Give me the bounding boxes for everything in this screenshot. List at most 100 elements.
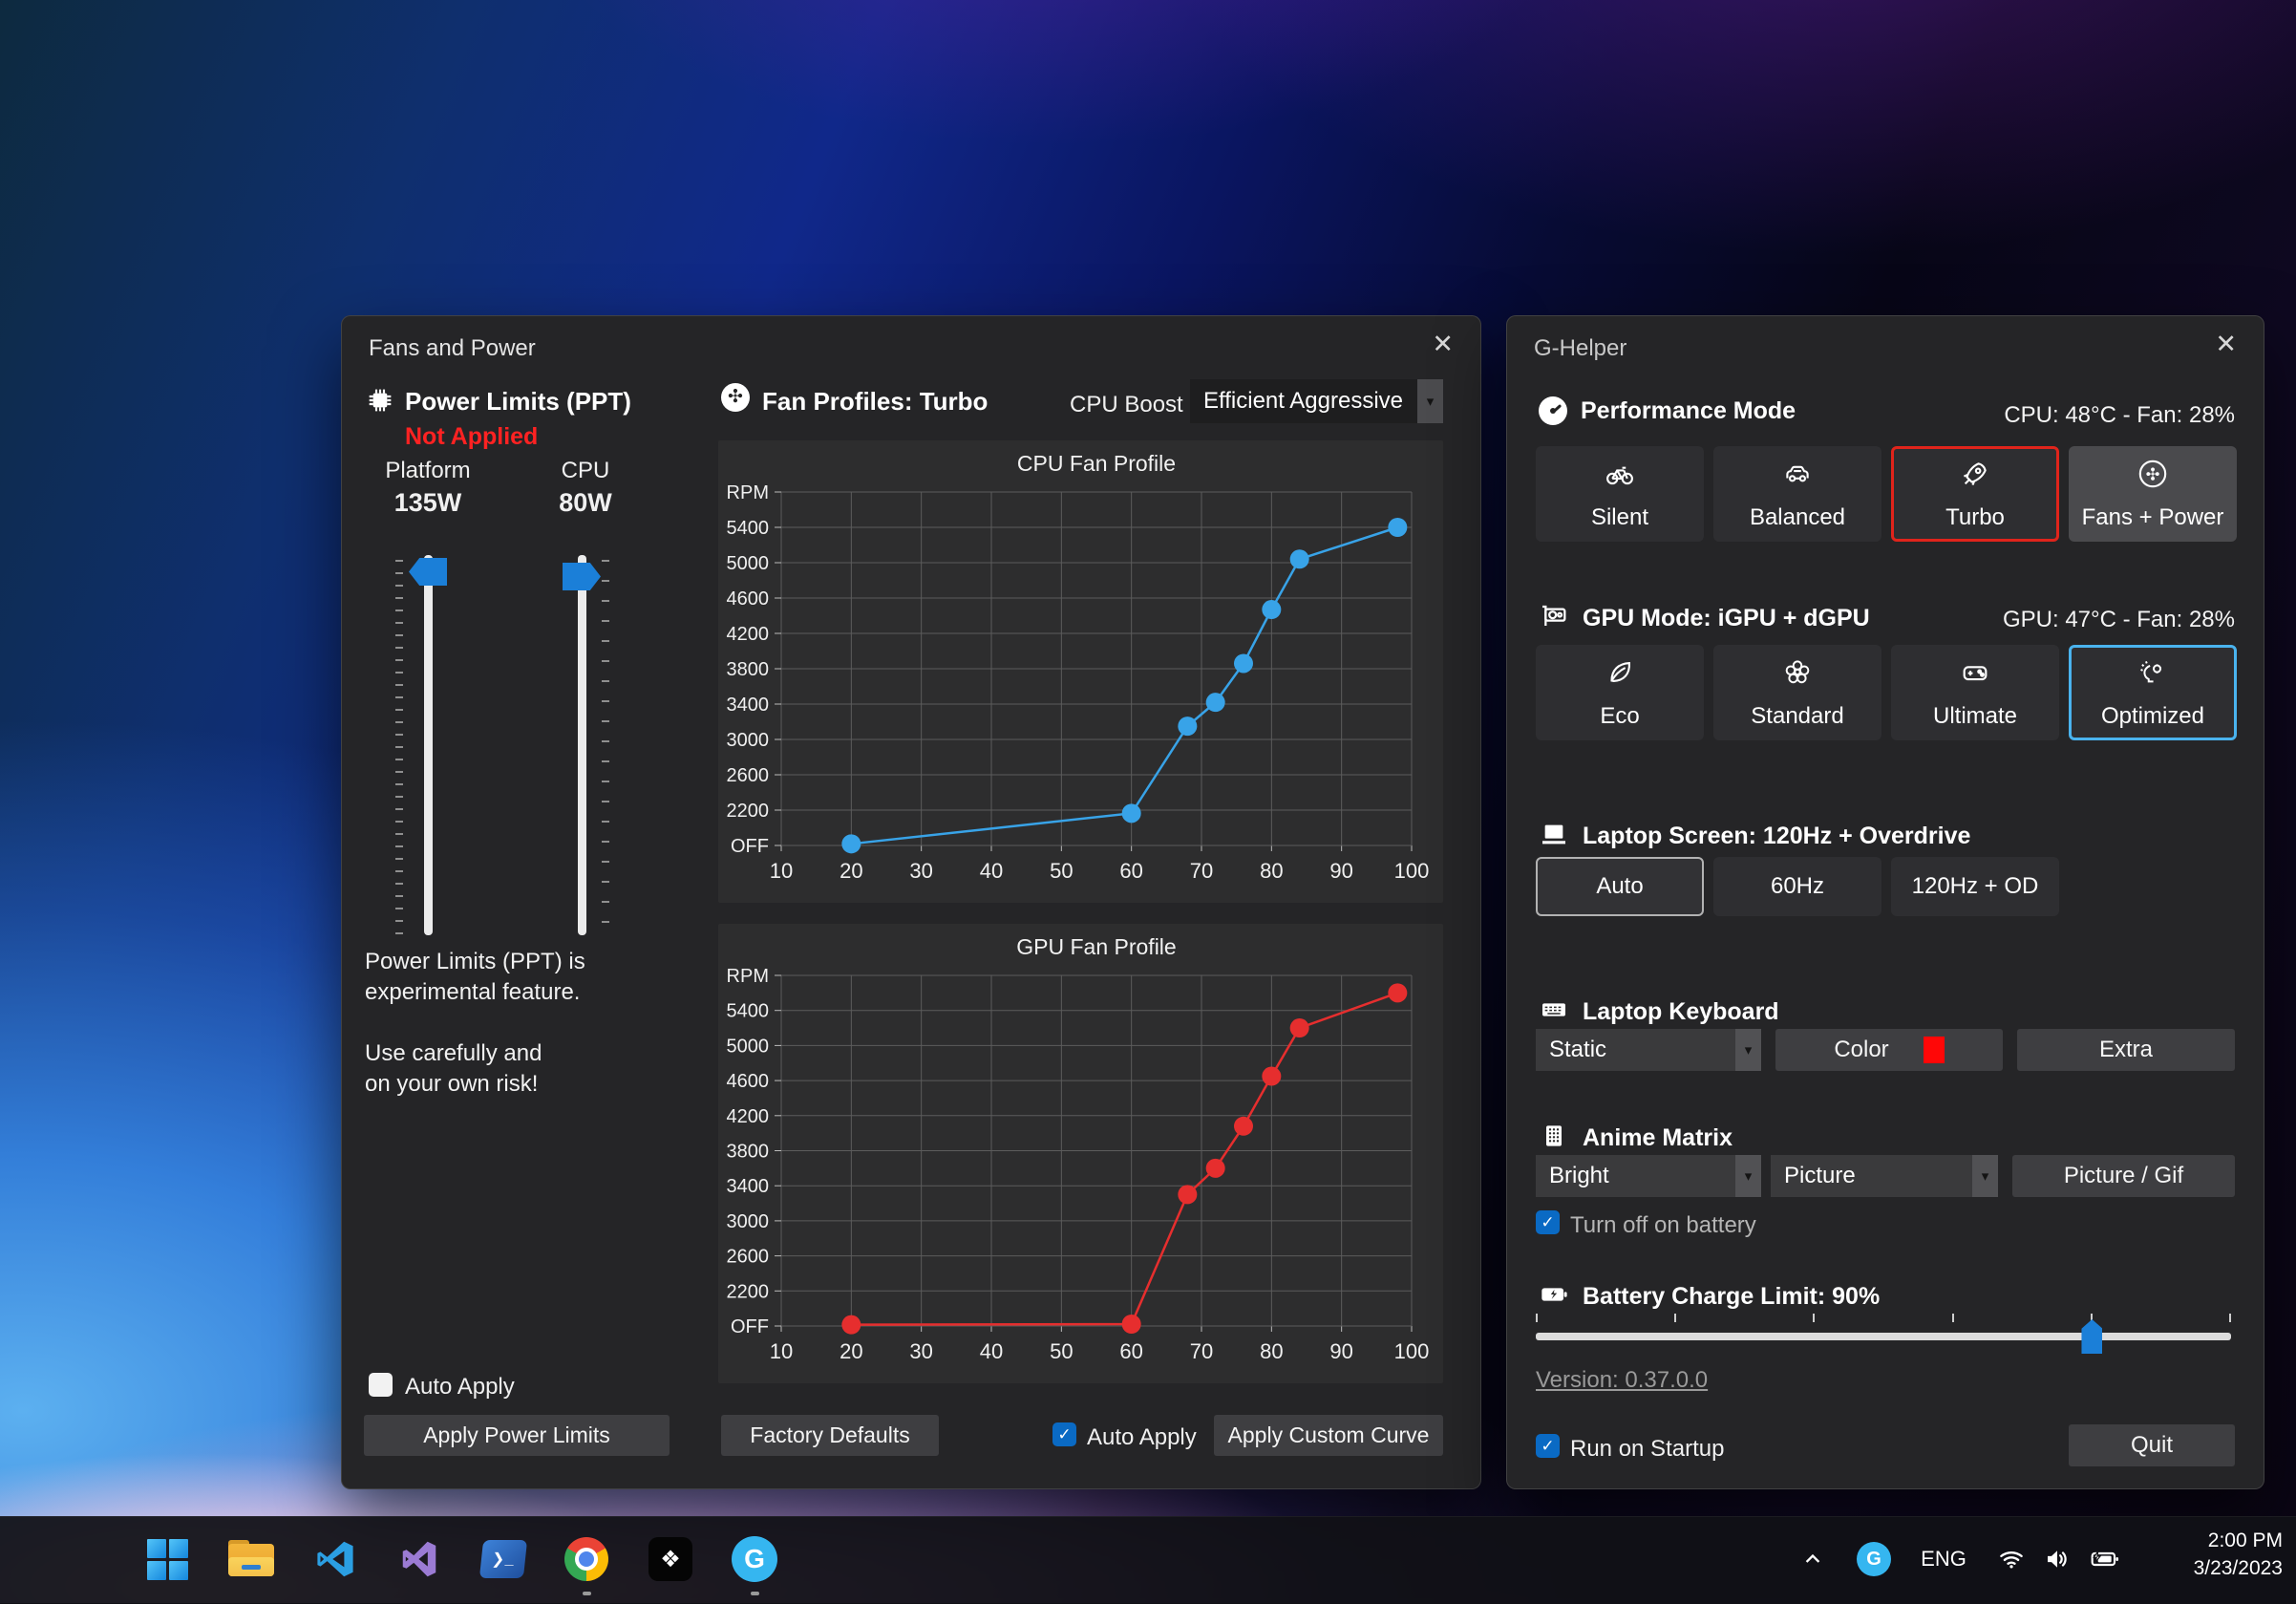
- svg-text:3000: 3000: [727, 1211, 770, 1232]
- run-on-startup-checkbox[interactable]: [1536, 1434, 1560, 1458]
- cpu-slider-ticks: [602, 560, 609, 934]
- svg-text:5400: 5400: [727, 518, 770, 539]
- keyboard-extra-button[interactable]: Extra: [2017, 1029, 2235, 1071]
- factory-defaults-button[interactable]: Factory Defaults: [721, 1415, 939, 1456]
- mode-tile-fans-power[interactable]: ✣ Fans + Power: [2069, 446, 2237, 542]
- platform-slider-thumb[interactable]: [409, 558, 447, 586]
- quit-button[interactable]: Quit: [2069, 1424, 2235, 1466]
- cpu-boost-dropdown[interactable]: Efficient Aggressive: [1190, 379, 1443, 423]
- taskbar-file-explorer[interactable]: [224, 1532, 278, 1586]
- tray-volume[interactable]: [2036, 1532, 2078, 1586]
- svg-text:60: 60: [1119, 1339, 1142, 1363]
- svg-text:2200: 2200: [727, 801, 770, 822]
- volume-icon: [2043, 1545, 2072, 1573]
- tray-chevron-up[interactable]: [1794, 1532, 1832, 1586]
- taskbar-chrome[interactable]: [560, 1532, 613, 1586]
- taskbar-clock[interactable]: 2:00 PM 3/23/2023: [2194, 1527, 2283, 1582]
- tray-g-helper[interactable]: G: [1853, 1532, 1895, 1586]
- svg-text:40: 40: [980, 1339, 1003, 1363]
- battery-slider-track[interactable]: [1536, 1333, 2231, 1340]
- taskbar-powershell[interactable]: ❯_: [477, 1532, 530, 1586]
- fan-icon: ✣: [721, 383, 750, 412]
- cpu-fan-chart-panel: 102030405060708090100RPM5400500046004200…: [718, 440, 1443, 903]
- fan-circle-icon: ✣: [2137, 458, 2169, 497]
- tray-wifi[interactable]: [1990, 1532, 2032, 1586]
- svg-text:100: 100: [1394, 1339, 1430, 1363]
- taskbar-tidal[interactable]: ❖: [644, 1532, 697, 1586]
- svg-text:2600: 2600: [727, 1247, 770, 1268]
- g-helper-running-indicator: [751, 1592, 759, 1595]
- auto-apply-power-label: Auto Apply: [405, 1374, 515, 1401]
- svg-text:3800: 3800: [727, 659, 770, 680]
- keyboard-color-button[interactable]: Color: [1775, 1029, 2003, 1071]
- tray-battery[interactable]: [2082, 1532, 2128, 1586]
- svg-text:3400: 3400: [727, 695, 770, 716]
- platform-slider-track[interactable]: [424, 555, 433, 935]
- mode-tile-silent[interactable]: Silent: [1536, 446, 1704, 542]
- svg-text:80: 80: [1260, 859, 1283, 883]
- svg-text:90: 90: [1329, 859, 1352, 883]
- taskbar-visual-studio[interactable]: [393, 1532, 446, 1586]
- svg-text:OFF: OFF: [731, 1316, 769, 1337]
- svg-text:OFF: OFF: [731, 836, 769, 857]
- gpu-tile-optimized[interactable]: Optimized: [2069, 645, 2237, 740]
- svg-text:3400: 3400: [727, 1176, 770, 1197]
- version-link[interactable]: Version: 0.37.0.0: [1536, 1367, 1708, 1394]
- tray-language[interactable]: ENG: [1916, 1532, 1971, 1586]
- leaf-icon: [1604, 656, 1636, 695]
- svg-text:100: 100: [1394, 859, 1430, 883]
- apply-power-limits-button[interactable]: Apply Power Limits: [364, 1415, 670, 1456]
- screen-tile-label: Auto: [1596, 873, 1643, 900]
- matrix-mode-value: Picture: [1771, 1155, 1972, 1197]
- taskbar-vscode[interactable]: [308, 1532, 362, 1586]
- cpu-slider-thumb[interactable]: [563, 563, 601, 590]
- chevron-down-icon[interactable]: [1417, 379, 1443, 423]
- g-helper-icon: G: [732, 1536, 777, 1582]
- performance-mode-title: Performance Mode: [1581, 397, 1796, 425]
- svg-text:5000: 5000: [727, 553, 770, 574]
- close-icon[interactable]: ✕: [1432, 331, 1454, 357]
- auto-apply-curve-checkbox[interactable]: [1052, 1422, 1076, 1446]
- battery-slider-ticks: [1536, 1314, 2231, 1322]
- turn-off-on-battery-checkbox[interactable]: [1536, 1210, 1560, 1234]
- close-icon[interactable]: ✕: [2215, 331, 2237, 357]
- cpu-slider-track[interactable]: [578, 555, 586, 935]
- taskbar-g-helper[interactable]: G: [728, 1532, 781, 1586]
- rocket-icon: [1959, 458, 1991, 497]
- bulb-gear-icon: [2137, 656, 2169, 695]
- screen-tile-auto[interactable]: Auto: [1536, 857, 1704, 916]
- gpu-tile-standard[interactable]: Standard: [1713, 645, 1881, 740]
- svg-text:4200: 4200: [727, 624, 770, 645]
- tidal-icon: ❖: [648, 1537, 692, 1581]
- gpu-tile-label: Optimized: [2101, 703, 2204, 730]
- mode-tile-turbo[interactable]: Turbo: [1891, 446, 2059, 542]
- matrix-mode-dropdown[interactable]: Picture: [1771, 1155, 1998, 1197]
- cpu-temp-fan-stats: CPU: 48°C - Fan: 28%: [2004, 402, 2235, 429]
- chevron-down-icon[interactable]: [1972, 1155, 1998, 1197]
- matrix-icon: [1539, 1121, 1569, 1156]
- keyboard-mode-dropdown[interactable]: Static: [1536, 1029, 1761, 1071]
- svg-text:20: 20: [840, 859, 862, 883]
- chevron-down-icon[interactable]: [1735, 1155, 1761, 1197]
- screen-tile-60hz[interactable]: 60Hz: [1713, 857, 1881, 916]
- laptop-icon: [1539, 819, 1569, 854]
- mode-tile-balanced[interactable]: Balanced: [1713, 446, 1881, 542]
- cpu-boost-label: CPU Boost: [1070, 392, 1183, 418]
- svg-text:5000: 5000: [727, 1036, 770, 1057]
- gpu-tile-ultimate[interactable]: Ultimate: [1891, 645, 2059, 740]
- start-button[interactable]: [140, 1532, 194, 1586]
- apply-custom-curve-button[interactable]: Apply Custom Curve: [1214, 1415, 1443, 1456]
- cpu-fan-chart[interactable]: 102030405060708090100RPM5400500046004200…: [718, 440, 1443, 903]
- svg-text:30: 30: [909, 1339, 932, 1363]
- gpu-fan-chart[interactable]: 102030405060708090100RPM5400500046004200…: [718, 924, 1443, 1383]
- battery-icon: [1539, 1279, 1569, 1315]
- chevron-down-icon[interactable]: [1735, 1029, 1761, 1071]
- gpu-fan-chart-panel: 102030405060708090100RPM5400500046004200…: [718, 924, 1443, 1383]
- screen-tile-120hz-od[interactable]: 120Hz + OD: [1891, 857, 2059, 916]
- auto-apply-power-checkbox[interactable]: [369, 1373, 393, 1397]
- matrix-brightness-dropdown[interactable]: Bright: [1536, 1155, 1761, 1197]
- battery-slider-thumb[interactable]: [2081, 1319, 2102, 1354]
- gpu-tile-eco[interactable]: Eco: [1536, 645, 1704, 740]
- powershell-icon: ❯_: [479, 1540, 527, 1578]
- matrix-picture-gif-button[interactable]: Picture / Gif: [2012, 1155, 2235, 1197]
